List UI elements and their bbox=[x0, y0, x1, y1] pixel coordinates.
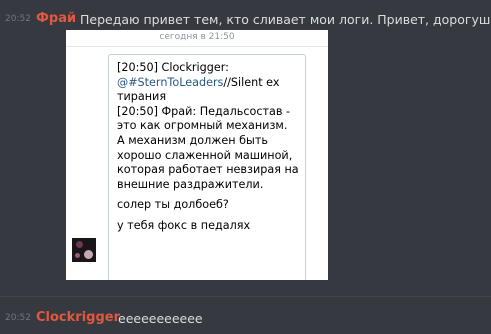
log-line: внешние раздражители. bbox=[117, 177, 264, 191]
log-line: А механизм должен быть bbox=[117, 133, 268, 147]
reply-line: солер ты долбоеб? bbox=[117, 198, 229, 212]
quoted-log-bubble: [20:50] Clockrigger: @#SternToLeaders//S… bbox=[108, 54, 306, 280]
attachment-date: сегодня в 21:50 bbox=[159, 32, 235, 42]
message-author[interactable]: Clockrigger bbox=[36, 310, 120, 325]
log-line: [20:50] Clockrigger: bbox=[117, 61, 229, 74]
attachment-divider bbox=[66, 46, 328, 47]
avatar bbox=[72, 238, 96, 262]
message-content: еееееееееее bbox=[118, 311, 203, 326]
message-author[interactable]: Фрай bbox=[36, 11, 76, 26]
attached-screenshot[interactable]: сегодня в 21:50 [20:50] Clockrigger: @#S… bbox=[66, 30, 328, 280]
log-line: тирания bbox=[117, 90, 167, 104]
message-divider bbox=[0, 296, 491, 297]
message-timestamp: 20:52 bbox=[5, 14, 31, 24]
message-timestamp: 20:52 bbox=[5, 313, 31, 323]
log-line-rest: //Silent ex bbox=[223, 75, 280, 89]
log-line: @#SternToLeaders//Silent ex bbox=[117, 76, 297, 91]
log-line: [20:50] Фрай: Педальсостав - bbox=[117, 104, 291, 118]
reply-line: у тебя фокс в педалях bbox=[117, 218, 251, 232]
log-line: которая работает невзирая на bbox=[117, 163, 299, 177]
log-line: хорошо слаженной машиной, bbox=[117, 148, 293, 162]
log-line: это как огромный механизм. bbox=[117, 119, 288, 133]
mention-link[interactable]: @#SternToLeaders bbox=[117, 76, 223, 89]
message-content: Передаю привет тем, кто сливает мои логи… bbox=[80, 12, 491, 27]
